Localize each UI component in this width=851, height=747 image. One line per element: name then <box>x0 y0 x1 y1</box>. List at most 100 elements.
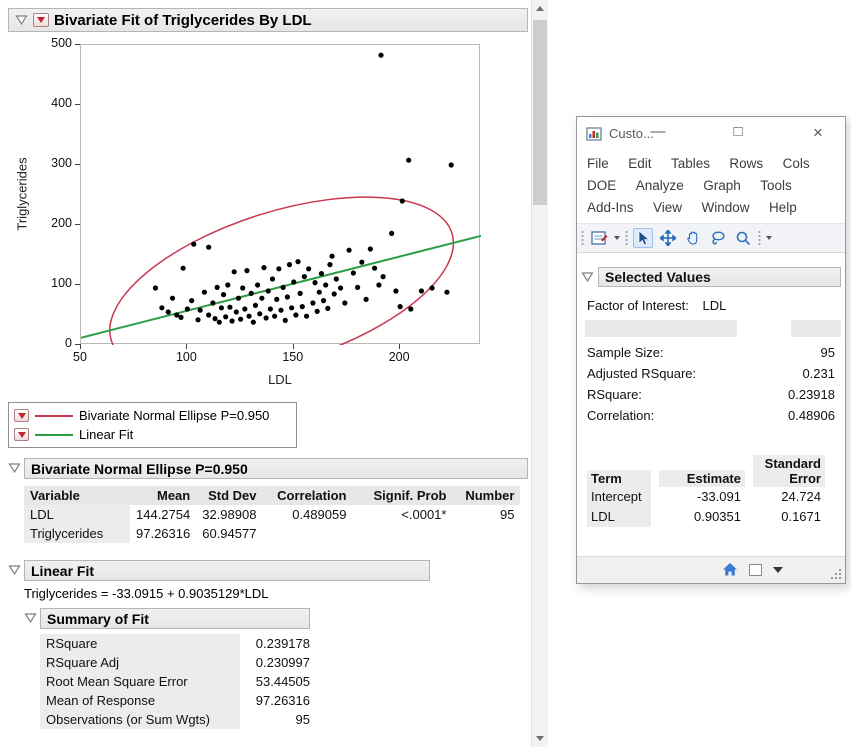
menu-graph[interactable]: Graph <box>703 178 741 193</box>
scatter-point[interactable] <box>261 265 266 270</box>
scatter-point[interactable] <box>327 262 332 267</box>
chevron-down-icon[interactable] <box>614 236 620 240</box>
scatter-point[interactable] <box>246 314 251 319</box>
scatter-point[interactable] <box>244 268 249 273</box>
menu-cols[interactable]: Cols <box>783 156 810 171</box>
menu-rows[interactable]: Rows <box>729 156 763 171</box>
scatter-point[interactable] <box>287 262 292 267</box>
scatter-point[interactable] <box>227 305 232 310</box>
scatter-point[interactable] <box>372 266 377 271</box>
scatter-point[interactable] <box>293 312 298 317</box>
menu-analyze[interactable]: Analyze <box>636 178 684 193</box>
scatter-point[interactable] <box>319 271 324 276</box>
scatter-point[interactable] <box>325 306 330 311</box>
scatter-point[interactable] <box>317 290 322 295</box>
scatter-point[interactable] <box>408 306 413 311</box>
scatter-point[interactable] <box>264 315 269 320</box>
journal-icon[interactable] <box>589 228 609 248</box>
scatter-point[interactable] <box>232 269 237 274</box>
minimize-button[interactable]: — <box>647 123 669 140</box>
scatter-point[interactable] <box>285 294 290 299</box>
scatter-point[interactable] <box>359 260 364 265</box>
scatter-point[interactable] <box>210 300 215 305</box>
scatter-point[interactable] <box>276 266 281 271</box>
menu-view[interactable]: View <box>653 200 682 215</box>
window-title-bar[interactable]: Custo... — □ × <box>577 117 845 151</box>
maximize-button[interactable]: □ <box>727 123 749 140</box>
scatter-point[interactable] <box>178 315 183 320</box>
scatter-point[interactable] <box>181 266 186 271</box>
scatter-point[interactable] <box>429 285 434 290</box>
scatter-point[interactable] <box>202 290 207 295</box>
red-triangle-menu-button[interactable] <box>14 428 29 441</box>
scatter-point[interactable] <box>198 308 203 313</box>
scatter-point[interactable] <box>255 282 260 287</box>
scatter-point[interactable] <box>259 296 264 301</box>
scatter-point[interactable] <box>251 320 256 325</box>
resize-grip[interactable] <box>839 577 841 579</box>
scatter-point[interactable] <box>234 309 239 314</box>
menu-tools[interactable]: Tools <box>760 178 792 193</box>
scatter-point[interactable] <box>342 300 347 305</box>
scatter-point[interactable] <box>300 304 305 309</box>
dropdown-triangle-icon[interactable] <box>773 567 783 573</box>
scatter-point[interactable] <box>189 298 194 303</box>
scatter-point[interactable] <box>398 304 403 309</box>
menu-tables[interactable]: Tables <box>671 156 710 171</box>
scatter-point[interactable] <box>242 306 247 311</box>
plot-frame[interactable] <box>80 44 480 344</box>
scatter-point[interactable] <box>329 254 334 259</box>
scatter-point[interactable] <box>306 266 311 271</box>
scatter-point[interactable] <box>283 318 288 323</box>
scrollbar-thumb[interactable] <box>533 20 547 205</box>
scatter-point[interactable] <box>393 288 398 293</box>
red-triangle-menu-button[interactable] <box>33 13 49 27</box>
magnifier-tool-icon[interactable] <box>733 228 753 248</box>
scatter-point[interactable] <box>351 270 356 275</box>
disclosure-icon[interactable] <box>15 14 28 26</box>
scroll-up-button[interactable] <box>532 0 548 17</box>
scatter-point[interactable] <box>191 242 196 247</box>
scatter-point[interactable] <box>419 288 424 293</box>
scatter-point[interactable] <box>355 285 360 290</box>
scatter-point[interactable] <box>266 288 271 293</box>
scatter-point[interactable] <box>332 291 337 296</box>
scatter-point[interactable] <box>195 317 200 322</box>
scatter-point[interactable] <box>378 53 383 58</box>
scatter-point[interactable] <box>153 285 158 290</box>
scatter-point[interactable] <box>274 297 279 302</box>
toolbar-grip[interactable] <box>581 230 584 246</box>
menu-edit[interactable]: Edit <box>628 156 651 171</box>
scatter-point[interactable] <box>338 285 343 290</box>
scatter-point[interactable] <box>249 291 254 296</box>
scatter-point[interactable] <box>281 285 286 290</box>
scatter-point[interactable] <box>376 282 381 287</box>
scatter-point[interactable] <box>323 282 328 287</box>
scatter-point[interactable] <box>315 309 320 314</box>
disclosure-icon[interactable] <box>581 271 594 283</box>
scatter-point[interactable] <box>170 296 175 301</box>
disclosure-icon[interactable] <box>8 462 21 474</box>
scatter-point[interactable] <box>278 308 283 313</box>
scatter-point[interactable] <box>206 312 211 317</box>
scatter-point[interactable] <box>449 162 454 167</box>
scatter-point[interactable] <box>368 246 373 251</box>
scatter-point[interactable] <box>272 314 277 319</box>
scatter-point[interactable] <box>304 314 309 319</box>
scatter-point[interactable] <box>268 306 273 311</box>
scatter-point[interactable] <box>221 292 226 297</box>
scatter-point[interactable] <box>400 198 405 203</box>
scatter-point[interactable] <box>185 306 190 311</box>
scatter-point[interactable] <box>364 297 369 302</box>
scatter-plot[interactable] <box>81 45 481 345</box>
scatter-point[interactable] <box>270 276 275 281</box>
scatter-point[interactable] <box>381 274 386 279</box>
scatter-point[interactable] <box>223 314 228 319</box>
disclosure-icon[interactable] <box>8 564 21 576</box>
scatter-point[interactable] <box>236 296 241 301</box>
scatter-point[interactable] <box>389 231 394 236</box>
scatter-point[interactable] <box>289 305 294 310</box>
scroll-down-button[interactable] <box>532 730 548 747</box>
scatter-point[interactable] <box>229 318 234 323</box>
scatter-point[interactable] <box>240 285 245 290</box>
